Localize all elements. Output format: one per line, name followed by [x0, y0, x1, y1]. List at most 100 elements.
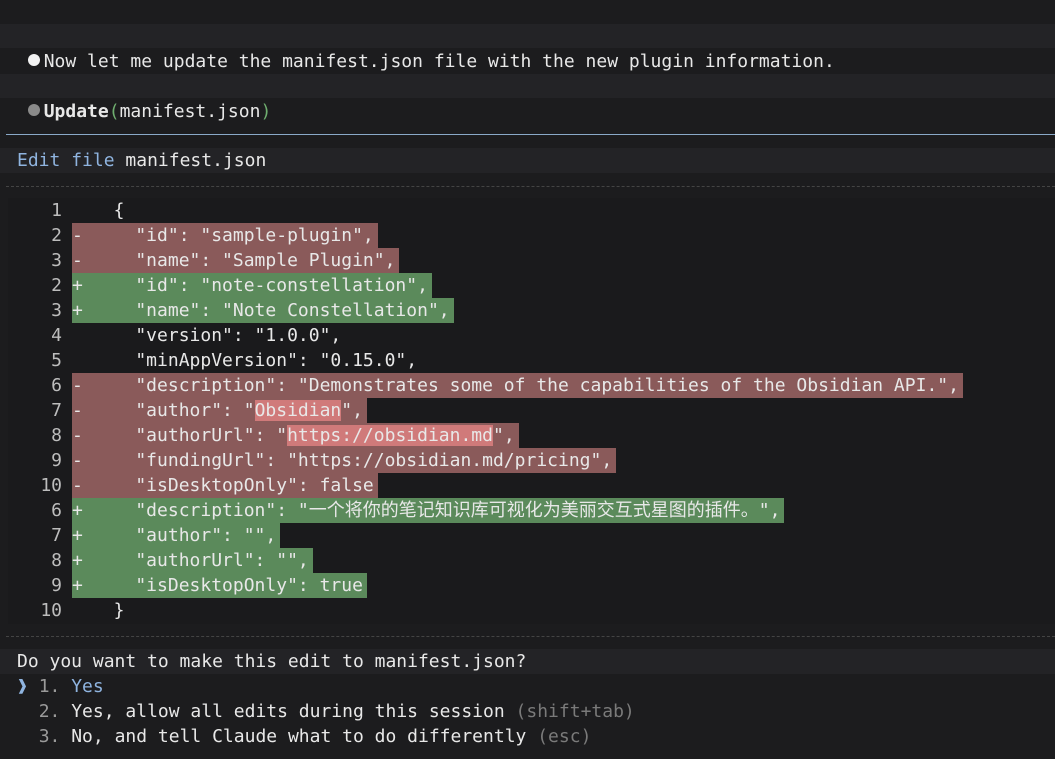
- diff-marker: -: [72, 223, 92, 248]
- diff-marker: +: [72, 523, 92, 548]
- diff-line-context: 1 {: [8, 198, 129, 223]
- option-label: Yes: [71, 676, 104, 697]
- option-yes[interactable]: ❱ 1. Yes: [17, 674, 104, 699]
- diff-line-context: 10 }: [8, 598, 129, 623]
- option-no[interactable]: 3. No, and tell Claude what to do differ…: [17, 724, 592, 749]
- option-shortcut-hint: (shift+tab): [515, 701, 635, 722]
- code-text: "name": "Sample Plugin",: [92, 248, 400, 273]
- code-text: "minAppVersion": "0.15.0",: [92, 348, 421, 373]
- code-text: "isDesktopOnly": true: [92, 573, 367, 598]
- line-number: 5: [51, 350, 62, 371]
- option-allow-all[interactable]: 2. Yes, allow all edits during this sess…: [17, 699, 635, 724]
- assistant-message-text: Now let me update the manifest.json file…: [43, 51, 835, 72]
- dashed-divider: [6, 636, 1055, 637]
- diff-line-removed: 8- "authorUrl": "https://obsidian.md",: [8, 423, 519, 448]
- code-segment: "version": "1.0.0",: [92, 325, 342, 346]
- code-segment: "description": "Demonstrates some of the…: [92, 375, 959, 396]
- changed-highlight: Obsidian: [254, 400, 342, 421]
- divider: [6, 134, 1055, 135]
- diff-marker: +: [72, 273, 92, 298]
- diff-line-added: 2 + "id": "note-constellation",: [8, 273, 432, 298]
- diff-line-added: 3 + "name": "Note Constellation",: [8, 298, 454, 323]
- tool-arg: manifest.json: [119, 101, 261, 122]
- line-number: 4: [51, 325, 62, 346]
- line-number: 8: [51, 550, 62, 571]
- line-number: 8: [51, 425, 62, 446]
- diff-line-removed: 10- "isDesktopOnly": false: [8, 473, 378, 498]
- option-number: 2.: [38, 701, 61, 722]
- code-segment: "isDesktopOnly": true: [92, 575, 363, 596]
- code-segment: "id": "sample-plugin",: [92, 225, 374, 246]
- edit-file-title: Edit file manifest.json: [17, 148, 266, 173]
- option-label: No, and tell Claude what to do different…: [71, 726, 527, 747]
- line-number: 3: [51, 300, 62, 321]
- diff-marker: [72, 598, 92, 623]
- diff-line-removed: 6- "description": "Demonstrates some of …: [8, 373, 963, 398]
- diff-line-removed: 3- "name": "Sample Plugin",: [8, 248, 400, 273]
- code-text: "description": "一个将你的笔记知识库可视化为美丽交互式星图的插件…: [92, 498, 785, 523]
- diff-line-added: 6 + "description": "一个将你的笔记知识库可视化为美丽交互式星图…: [8, 498, 785, 523]
- assistant-message: Now let me update the manifest.json file…: [0, 24, 835, 72]
- diff-line-removed: 9- "fundingUrl": "https://obsidian.md/pr…: [8, 448, 617, 473]
- changed-highlight: https://obsidian.md: [287, 425, 493, 446]
- code-segment: "isDesktopOnly": false: [92, 475, 374, 496]
- tool-call: Update(manifest.json): [0, 74, 271, 122]
- diff-view: 1 {2- "id": "sample-plugin", 3- "name": "…: [8, 198, 1055, 624]
- tool-name: Update: [43, 101, 109, 122]
- diff-marker: -: [72, 423, 92, 448]
- diff-marker: -: [72, 398, 92, 423]
- code-text: "authorUrl": "",: [92, 548, 313, 573]
- line-number: 6: [51, 375, 62, 396]
- line-number: 9: [51, 575, 62, 596]
- code-text: }: [92, 598, 129, 623]
- line-number: 7: [51, 400, 62, 421]
- code-segment: "id": "note-constellation",: [92, 275, 428, 296]
- code-segment: "description": "一个将你的笔记知识库可视化为美丽交互式星图的插件…: [92, 500, 781, 521]
- diff-line-added: 7 + "author": "",: [8, 523, 281, 548]
- code-segment: "authorUrl": ": [92, 425, 288, 446]
- code-text: "description": "Demonstrates some of the…: [92, 373, 963, 398]
- bullet-icon: [27, 54, 40, 66]
- code-text: "author": "",: [92, 523, 281, 548]
- diff-marker: +: [72, 573, 92, 598]
- code-segment: "name": "Note Constellation",: [92, 300, 450, 321]
- line-number: 1: [51, 200, 62, 221]
- line-number: 2: [51, 225, 62, 246]
- selection-cursor-icon: ❱: [17, 676, 28, 697]
- line-number: 2: [51, 275, 62, 296]
- diff-marker: [72, 323, 92, 348]
- code-text: "id": "note-constellation",: [92, 273, 432, 298]
- line-number: 7: [51, 525, 62, 546]
- file-keyword: file: [71, 150, 115, 171]
- code-text: "version": "1.0.0",: [92, 323, 345, 348]
- diff-marker: [72, 348, 92, 373]
- edit-keyword: Edit: [17, 150, 61, 171]
- diff-marker: [72, 198, 92, 223]
- code-segment: {: [92, 200, 125, 221]
- code-segment: "authorUrl": "",: [92, 550, 309, 571]
- line-number: 3: [51, 250, 62, 271]
- code-text: "authorUrl": "https://obsidian.md",: [92, 423, 519, 448]
- option-shortcut-hint: (esc): [537, 726, 592, 747]
- code-text: "isDesktopOnly": false: [92, 473, 378, 498]
- diff-line-context: 5 "minAppVersion": "0.15.0",: [8, 348, 421, 373]
- diff-line-context: 4 "version": "1.0.0",: [8, 323, 345, 348]
- code-segment: "author": ": [92, 400, 255, 421]
- tool-paren-close: ): [260, 101, 272, 122]
- code-text: "id": "sample-plugin",: [92, 223, 378, 248]
- option-label: Yes, allow all edits during this session: [71, 701, 505, 722]
- line-number: 10: [40, 475, 62, 496]
- tool-paren-open: (: [108, 101, 120, 122]
- option-number: 1.: [38, 676, 61, 697]
- line-number: 9: [51, 450, 62, 471]
- confirm-question: Do you want to make this edit to manifes…: [17, 651, 527, 672]
- code-segment: "minAppVersion": "0.15.0",: [92, 350, 418, 371]
- diff-marker: +: [72, 548, 92, 573]
- code-segment: "name": "Sample Plugin",: [92, 250, 396, 271]
- line-number: 10: [40, 600, 62, 621]
- code-segment: "author": "",: [92, 525, 277, 546]
- dashed-divider: [6, 186, 1055, 187]
- edit-filename: manifest.json: [125, 150, 267, 171]
- diff-line-removed: 7- "author": "Obsidian",: [8, 398, 367, 423]
- diff-marker: -: [72, 248, 92, 273]
